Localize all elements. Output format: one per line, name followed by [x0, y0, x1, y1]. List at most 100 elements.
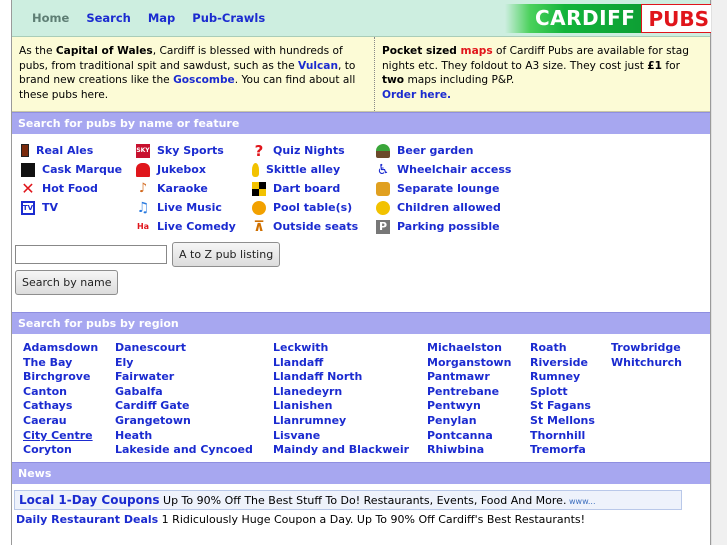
nav-home-link[interactable]: Home: [32, 11, 69, 25]
region-link-cardiff-gate[interactable]: Cardiff Gate: [115, 399, 253, 414]
region-link-llanishen[interactable]: Llanishen: [273, 399, 409, 414]
feature-label[interactable]: Karaoke: [157, 182, 208, 195]
feature-filter-skittle-alley[interactable]: Skittle alley: [252, 160, 358, 179]
feature-filter-dart-board[interactable]: Dart board: [252, 179, 358, 198]
region-link-penylan[interactable]: Penylan: [427, 414, 511, 429]
feature-filter-tv[interactable]: TV TV: [21, 198, 122, 217]
feature-label[interactable]: Dart board: [273, 182, 340, 195]
feature-label[interactable]: Jukebox: [157, 163, 206, 176]
feature-label[interactable]: Pool table(s): [273, 201, 352, 214]
region-link-llanrumney[interactable]: Llanrumney: [273, 414, 409, 429]
region-link-coryton[interactable]: Coryton: [23, 443, 98, 458]
feature-label[interactable]: Wheelchair access: [397, 163, 511, 176]
ad-banner[interactable]: Local 1-Day Coupons Up To 90% Off The Be…: [14, 490, 682, 510]
ad-title[interactable]: Local 1-Day Coupons: [19, 493, 160, 507]
pub-name-search-input[interactable]: [15, 245, 167, 264]
feature-label[interactable]: Parking possible: [397, 220, 500, 233]
question-mark-icon: ?: [254, 141, 264, 160]
feature-column: SKY Sky Sports Jukebox ♪ Karaoke ♫ Live Music H…: [136, 141, 236, 236]
region-link-michaelston[interactable]: Michaelston: [427, 341, 511, 356]
region-link-ely[interactable]: Ely: [115, 356, 253, 371]
feature-label[interactable]: Live Comedy: [157, 220, 236, 233]
region-link-llandaff[interactable]: Llandaff: [273, 356, 409, 371]
region-link-pentwyn[interactable]: Pentwyn: [427, 399, 511, 414]
nav-search-link[interactable]: Search: [86, 11, 131, 25]
feature-label[interactable]: Cask Marque: [42, 163, 122, 176]
region-link-morganstown[interactable]: Morganstown: [427, 356, 511, 371]
region-link-llanedeyrn[interactable]: Llanedeyrn: [273, 385, 409, 400]
vertical-scrollbar[interactable]: [711, 0, 727, 545]
region-link-grangetown[interactable]: Grangetown: [115, 414, 253, 429]
region-link-roath[interactable]: Roath: [530, 341, 595, 356]
feature-label[interactable]: TV: [42, 201, 58, 214]
region-link-fairwater[interactable]: Fairwater: [115, 370, 253, 385]
feature-filter-pool-table-s[interactable]: Pool table(s): [252, 198, 358, 217]
region-link-st-mellons[interactable]: St Mellons: [530, 414, 595, 429]
ad-url[interactable]: www...: [566, 497, 596, 506]
ad-banner[interactable]: Daily Restaurant Deals 1 Ridiculously Hu…: [16, 513, 710, 527]
feature-filter-sky-sports[interactable]: SKY Sky Sports: [136, 141, 236, 160]
region-link-canton[interactable]: Canton: [23, 385, 98, 400]
feature-filter-real-ales[interactable]: Real Ales: [21, 141, 122, 160]
feature-label[interactable]: Separate lounge: [397, 182, 499, 195]
region-link-thornhill[interactable]: Thornhill: [530, 429, 595, 444]
feature-filter-outside-seats[interactable]: ⊼ Outside seats: [252, 217, 358, 236]
region-link-cathays[interactable]: Cathays: [23, 399, 98, 414]
region-link-trowbridge[interactable]: Trowbridge: [611, 341, 682, 356]
a-to-z-listing-button[interactable]: A to Z pub listing: [172, 242, 281, 267]
feature-filter-cask-marque[interactable]: Cask Marque: [21, 160, 122, 179]
region-link-maindy-and-blackweir[interactable]: Maindy and Blackweir: [273, 443, 409, 458]
vulcan-link[interactable]: Vulcan: [298, 60, 338, 72]
region-link-birchgrove[interactable]: Birchgrove: [23, 370, 98, 385]
region-link-lakeside-and-cyncoed[interactable]: Lakeside and Cyncoed: [115, 443, 253, 458]
region-link-leckwith[interactable]: Leckwith: [273, 341, 409, 356]
region-link-caerau[interactable]: Caerau: [23, 414, 98, 429]
feature-filter-live-music[interactable]: ♫ Live Music: [136, 198, 236, 217]
region-link-adamsdown[interactable]: Adamsdown: [23, 341, 98, 356]
order-here-link[interactable]: Order here.: [382, 89, 451, 101]
region-link-the-bay[interactable]: The Bay: [23, 356, 98, 371]
feature-filter-jukebox[interactable]: Jukebox: [136, 160, 236, 179]
region-link-danescourt[interactable]: Danescourt: [115, 341, 253, 356]
region-link-tremorfa[interactable]: Tremorfa: [530, 443, 595, 458]
region-link-rhiwbina[interactable]: Rhiwbina: [427, 443, 511, 458]
feature-label[interactable]: Hot Food: [42, 182, 98, 195]
feature-filter-wheelchair-access[interactable]: ♿ Wheelchair access: [376, 160, 512, 179]
region-link-whitchurch[interactable]: Whitchurch: [611, 356, 682, 371]
region-link-pontcanna[interactable]: Pontcanna: [427, 429, 511, 444]
region-link-city-centre[interactable]: City Centre: [23, 429, 98, 444]
feature-label[interactable]: Quiz Nights: [273, 144, 345, 157]
feature-label[interactable]: Outside seats: [273, 220, 358, 233]
feature-filter-quiz-nights[interactable]: ? Quiz Nights: [252, 141, 358, 160]
feature-label[interactable]: Sky Sports: [157, 144, 224, 157]
feature-label[interactable]: Live Music: [157, 201, 222, 214]
region-link-llandaff-north[interactable]: Llandaff North: [273, 370, 409, 385]
feature-filter-beer-garden[interactable]: Beer garden: [376, 141, 511, 160]
nav-map-link[interactable]: Map: [148, 11, 175, 25]
region-link-gabalfa[interactable]: Gabalfa: [115, 385, 253, 400]
feature-filter-parking-possible[interactable]: P Parking possible: [376, 217, 511, 236]
feature-filter-live-comedy[interactable]: Ha Live Comedy: [136, 217, 236, 236]
feature-filter-children-allowed[interactable]: Children allowed: [376, 198, 511, 217]
feature-label[interactable]: Children allowed: [397, 201, 501, 214]
nav-pubcrawls-link[interactable]: Pub-Crawls: [192, 11, 265, 25]
region-link-lisvane[interactable]: Lisvane: [273, 429, 409, 444]
ad-title[interactable]: Daily Restaurant Deals: [16, 513, 158, 526]
feature-label[interactable]: Skittle alley: [266, 163, 340, 176]
region-link-heath[interactable]: Heath: [115, 429, 253, 444]
region-link-splott[interactable]: Splott: [530, 385, 595, 400]
feature-filter-separate-lounge[interactable]: Separate lounge: [376, 179, 511, 198]
feature-section-header: Search for pubs by name or feature: [12, 112, 710, 134]
region-link-rumney[interactable]: Rumney: [530, 370, 595, 385]
feature-filter-hot-food[interactable]: ✕ Hot Food: [21, 179, 122, 198]
goscombe-link[interactable]: Goscombe: [173, 74, 235, 86]
region-link-riverside[interactable]: Riverside: [530, 356, 595, 371]
search-by-name-button[interactable]: Search by name: [15, 270, 119, 295]
site-logo[interactable]: CARDIFF PUBS: [505, 4, 714, 33]
feature-filter-karaoke[interactable]: ♪ Karaoke: [136, 179, 236, 198]
region-link-pentrebane[interactable]: Pentrebane: [427, 385, 511, 400]
feature-label[interactable]: Real Ales: [36, 144, 93, 157]
region-link-pantmawr[interactable]: Pantmawr: [427, 370, 511, 385]
feature-label[interactable]: Beer garden: [397, 144, 473, 157]
region-link-st-fagans[interactable]: St Fagans: [530, 399, 595, 414]
